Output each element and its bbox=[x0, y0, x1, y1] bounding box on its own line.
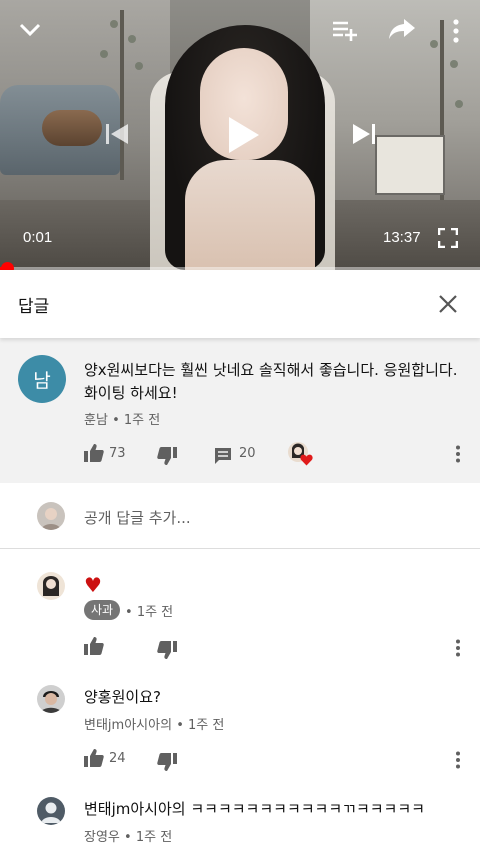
thumbs-up-icon bbox=[84, 749, 104, 767]
reply-text: 양홍원이요? bbox=[84, 688, 161, 706]
my-avatar bbox=[37, 502, 65, 530]
page-title: 답글 bbox=[18, 297, 50, 317]
close-button[interactable] bbox=[434, 290, 462, 318]
dislike-button[interactable] bbox=[157, 447, 177, 465]
video-duration: 13:37 bbox=[383, 229, 421, 246]
avatar[interactable]: 남 bbox=[18, 355, 66, 403]
reply-age: 1주 전 bbox=[188, 718, 225, 733]
reply-author-badge[interactable]: 사과 bbox=[84, 600, 121, 620]
replies-header: 답글 bbox=[0, 270, 480, 338]
like-count: 73 bbox=[109, 446, 126, 461]
comment-text-line2: 화이팅 하세요! bbox=[84, 384, 178, 402]
comment-bubble-icon bbox=[214, 447, 232, 465]
avatar[interactable] bbox=[37, 797, 65, 825]
next-track-icon[interactable] bbox=[352, 122, 376, 146]
reply-text: ♥ bbox=[84, 573, 102, 597]
comment-meta: 훈남 • 1주 전 bbox=[84, 413, 161, 428]
add-reply-row[interactable]: 공개 답글 추가... bbox=[0, 483, 480, 549]
reply-age: 1주 전 bbox=[135, 830, 173, 845]
reply-text: 변태jm아시아의 ㅋㅋㅋㅋㅋㅋㅋㅋㅋㅋㅋㄲㅋㅋㅋㅋㅋ bbox=[84, 800, 425, 818]
play-icon[interactable] bbox=[228, 116, 260, 154]
like-button[interactable] bbox=[84, 749, 104, 767]
add-to-queue-icon[interactable] bbox=[332, 18, 358, 42]
comment-more-icon[interactable] bbox=[453, 445, 463, 463]
reply-more-icon[interactable] bbox=[453, 751, 463, 769]
reply-meta: • 1주 전 bbox=[125, 605, 174, 620]
like-button[interactable] bbox=[84, 637, 104, 655]
minimize-chevron-down-icon[interactable] bbox=[18, 18, 42, 42]
thumbs-down-icon bbox=[157, 753, 177, 771]
reply-meta: 장영우 • 1주 전 bbox=[84, 830, 173, 845]
fullscreen-icon[interactable] bbox=[438, 228, 458, 248]
comment-author[interactable]: 훈남 bbox=[84, 413, 108, 428]
reply-button[interactable] bbox=[214, 447, 232, 465]
heart-icon bbox=[300, 454, 313, 466]
close-icon bbox=[434, 295, 462, 322]
add-reply-input[interactable]: 공개 답글 추가... bbox=[84, 507, 191, 528]
thumbs-down-icon bbox=[157, 447, 177, 465]
thumbs-down-icon bbox=[157, 641, 177, 659]
parent-comment: 남 양x원씨보다는 훨씬 낫네요 솔직해서 좋습니다. 응원합니다. 화이팅 하… bbox=[0, 338, 480, 483]
default-user-icon bbox=[37, 797, 65, 825]
reply-author[interactable]: 장영우 bbox=[84, 830, 120, 845]
avatar[interactable] bbox=[37, 685, 65, 713]
more-options-icon[interactable] bbox=[450, 18, 462, 44]
creator-heart-badge bbox=[288, 442, 314, 468]
reply-author[interactable]: 변태jm아시아의 bbox=[84, 718, 172, 733]
thumbs-up-icon bbox=[84, 444, 104, 462]
reply-more-icon[interactable] bbox=[453, 639, 463, 657]
reply-meta: 변태jm아시아의 • 1주 전 bbox=[84, 718, 225, 733]
like-button[interactable] bbox=[84, 444, 104, 462]
comment-age: 1주 전 bbox=[123, 413, 161, 428]
current-time: 0:01 bbox=[23, 229, 53, 246]
like-count: 24 bbox=[109, 751, 126, 766]
share-icon[interactable] bbox=[388, 17, 416, 41]
comment-text-line1: 양x원씨보다는 훨씬 낫네요 솔직해서 좋습니다. 응원합니다. bbox=[84, 361, 458, 379]
reply-count: 20 bbox=[239, 446, 256, 461]
thumbs-up-icon bbox=[84, 637, 104, 655]
dislike-button[interactable] bbox=[157, 641, 177, 659]
previous-track-icon[interactable] bbox=[105, 122, 129, 146]
reply-age: 1주 전 bbox=[136, 605, 174, 620]
avatar[interactable] bbox=[37, 572, 65, 600]
dislike-button[interactable] bbox=[157, 753, 177, 771]
video-player[interactable]: 0:01 13:37 bbox=[0, 0, 480, 270]
